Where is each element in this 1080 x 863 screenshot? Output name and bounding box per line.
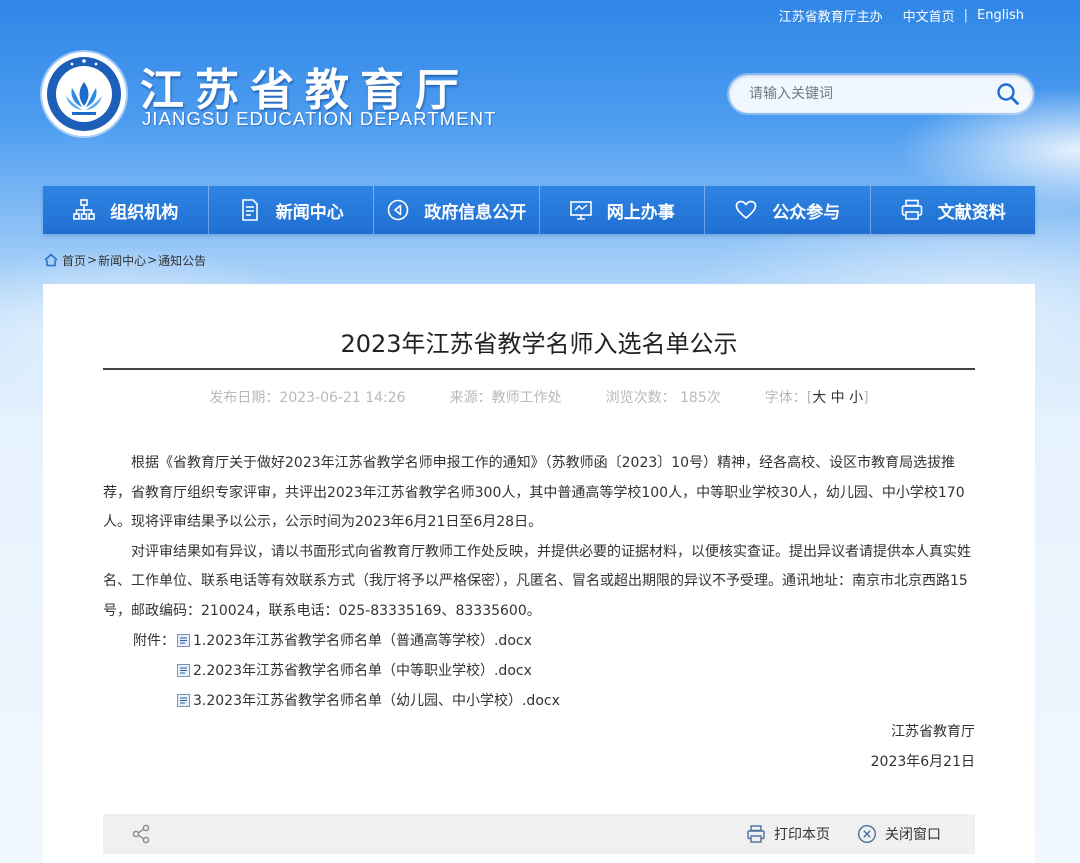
breadcrumb-separator: > [87,253,98,267]
article-body: 根据《省教育厅关于做好2023年江苏省教学名师申报工作的通知》（苏教师函〔202… [103,449,977,626]
department-emblem[interactable] [42,52,126,136]
close-window-button[interactable]: 关闭窗口 [857,814,941,854]
docx-file-icon [177,633,190,647]
nav-item-label: 政府信息公开 [424,202,527,223]
home-icon[interactable] [44,253,58,267]
nav-item-public-participation[interactable]: 公众参与 [705,186,871,234]
nav-item-online-services[interactable]: 网上办事 [540,186,705,234]
printer-icon [747,825,765,843]
font-medium-button[interactable]: 中 [831,390,845,406]
breadcrumb-current[interactable]: 通知公告 [158,252,206,269]
font-bracket-close: ] [863,390,869,406]
nav-item-documents[interactable]: 文献资料 [871,186,1036,234]
attachment-link[interactable]: 3.2023年江苏省教学名师名单（幼儿园、中小学校）.docx [193,690,560,710]
search-box [729,75,1033,113]
search-input[interactable] [749,79,979,109]
attachment-row: 附件： 1.2023年江苏省教学名师名单（普通高等学校）.docx [133,630,532,650]
main-nav: 组织机构 新闻中心 政府信息公开 网上办事 公众参与 文献资料 [43,186,1035,234]
article-paragraph: 对评审结果如有异议，请以书面形式向省教育厅教师工作处反映，并提供必要的证据材料，… [103,543,971,619]
nav-item-gov-info[interactable]: 政府信息公开 [374,186,540,234]
printer-icon [900,198,924,222]
attachment-link[interactable]: 2.2023年江苏省教学名师名单（中等职业学校）.docx [193,660,532,680]
nav-item-news[interactable]: 新闻中心 [209,186,374,234]
attachment-link[interactable]: 1.2023年江苏省教学名师名单（普通高等学校）.docx [193,630,532,650]
view-count: 浏览次数： 185次 [605,390,721,406]
nav-item-label: 公众参与 [772,202,841,223]
nav-item-label: 组织机构 [110,202,179,223]
title-divider [103,368,975,370]
speaker-icon [386,198,410,222]
nav-item-label: 文献资料 [937,202,1006,223]
english-link[interactable]: English [977,8,1024,23]
top-links-separator: | [963,7,969,23]
font-size-label: 字体： [764,390,807,406]
chinese-home-link[interactable]: 中文首页 [903,6,955,25]
nav-item-label: 网上办事 [606,202,675,223]
breadcrumb-news-link[interactable]: 新闻中心 [98,252,146,269]
breadcrumb-home-link[interactable]: 首页 [62,252,86,269]
publish-date: 发布日期：2023-06-21 14:26 [209,390,406,406]
document-icon [238,198,262,222]
share-icon[interactable] [131,824,151,844]
nav-item-label: 新闻中心 [275,202,344,223]
font-small-button[interactable]: 小 [849,390,863,406]
font-large-button[interactable]: 大 [812,390,826,406]
article-toolbar: 打印本页 关闭窗口 [103,814,975,854]
org-chart-icon [72,198,96,222]
signature-org: 江苏省教育厅 [891,724,975,740]
font-size-control: 字体：[大 中 小] [765,387,869,407]
article-source: 来源：教师工作处 [449,390,562,406]
signature-date: 2023年6月21日 [870,754,975,770]
print-page-button[interactable]: 打印本页 [746,814,830,854]
search-icon[interactable] [995,81,1021,107]
heart-icon [734,198,758,222]
attachment-row: 2.2023年江苏省教学名师名单（中等职业学校）.docx [133,660,532,680]
print-label: 打印本页 [774,827,830,843]
docx-file-icon [177,693,190,707]
article-meta: 发布日期：2023-06-21 14:26 来源：教师工作处 浏览次数： 185… [43,387,1035,407]
article-card: 2023年江苏省教学名师入选名单公示 发布日期：2023-06-21 14:26… [43,284,1035,863]
breadcrumb: 首页 > 新闻中心 > 通知公告 [44,251,206,269]
attachments-label: 附件： [133,633,175,649]
top-links: 江苏省教育厅主办 中文首页 | English [779,5,1024,25]
site-subtitle: JIANGSU EDUCATION DEPARTMENT [142,108,497,129]
article-title: 2023年江苏省教学名师入选名单公示 [340,330,738,358]
emblem-icon [44,54,124,134]
breadcrumb-separator: > [147,253,158,267]
close-circle-icon [857,824,877,844]
nav-item-organization[interactable]: 组织机构 [43,186,209,234]
attachment-row: 3.2023年江苏省教学名师名单（幼儿园、中小学校）.docx [133,690,560,710]
article-paragraph: 根据《省教育厅关于做好2023年江苏省教学名师申报工作的通知》（苏教师函〔202… [103,455,965,530]
host-label: 江苏省教育厅主办 [778,9,883,25]
docx-file-icon [177,663,190,677]
close-window-label: 关闭窗口 [885,827,941,843]
monitor-icon [569,198,593,222]
